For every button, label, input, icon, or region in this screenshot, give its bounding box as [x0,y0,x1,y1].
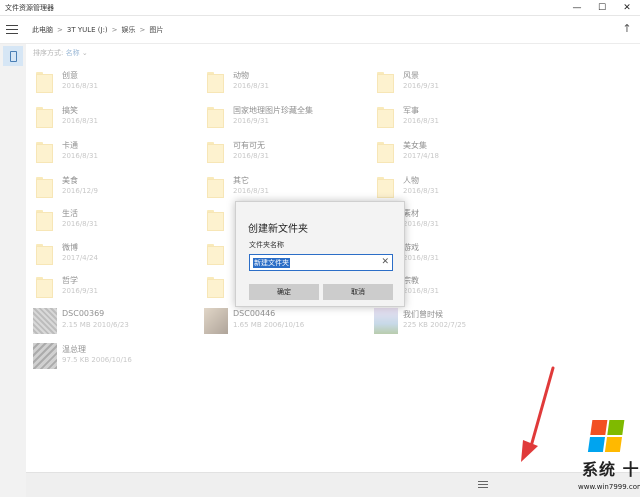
watermark-url: www.win7999.com [578,483,640,491]
watermark: 系统 十分 www.win7999.com [578,420,640,496]
annotation-arrow [521,366,555,462]
windows-logo-icon [587,420,627,454]
watermark-text: 系统 十分 [582,460,640,479]
file-explorer-window: 文件资源管理器 — ☐ ✕ 此电脑 > 3T YULE (J:) > 娱乐 > … [0,0,640,497]
